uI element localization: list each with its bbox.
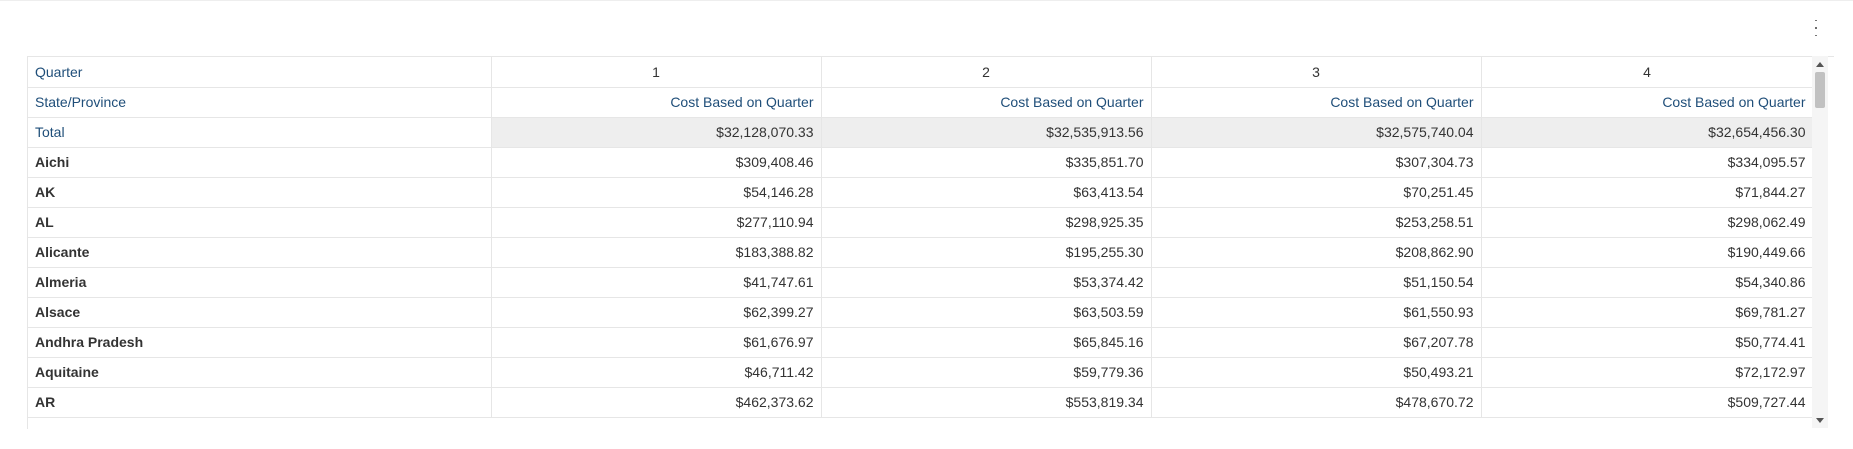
total-value: $32,575,740.04 (1151, 117, 1482, 148)
cell-value: $70,251.45 (1151, 177, 1482, 208)
quarter-header-4[interactable]: 4 (1481, 57, 1814, 88)
row-label[interactable]: Aichi (28, 147, 492, 178)
row-label[interactable]: Alsace (28, 297, 492, 328)
measure-header-4[interactable]: Cost Based on Quarter (1481, 87, 1814, 118)
table-row: AL $277,110.94 $298,925.35 $253,258.51 $… (28, 207, 1814, 238)
pivot-table: Quarter 1 2 3 4 State/Province Cost Base… (28, 57, 1814, 418)
quarter-header-label[interactable]: Quarter (28, 57, 492, 88)
cell-value: $54,146.28 (491, 177, 822, 208)
quarter-header-2[interactable]: 2 (821, 57, 1152, 88)
cell-value: $190,449.66 (1481, 237, 1814, 268)
cell-value: $67,207.78 (1151, 327, 1482, 358)
cell-value: $54,340.86 (1481, 267, 1814, 298)
header-row-measure: State/Province Cost Based on Quarter Cos… (28, 87, 1814, 118)
table-row: Aquitaine $46,711.42 $59,779.36 $50,493.… (28, 357, 1814, 388)
cell-value: $462,373.62 (491, 387, 822, 418)
cell-value: $208,862.90 (1151, 237, 1482, 268)
cell-value: $69,781.27 (1481, 297, 1814, 328)
quarter-header-1[interactable]: 1 (491, 57, 822, 88)
cell-value: $62,399.27 (491, 297, 822, 328)
cell-value: $41,747.61 (491, 267, 822, 298)
cell-value: $307,304.73 (1151, 147, 1482, 178)
total-value: $32,535,913.56 (821, 117, 1152, 148)
pivot-table-container: Quarter 1 2 3 4 State/Province Cost Base… (27, 56, 1834, 429)
cell-value: $63,413.54 (821, 177, 1152, 208)
total-row: Total $32,128,070.33 $32,535,913.56 $32,… (28, 117, 1814, 148)
cell-value: $478,670.72 (1151, 387, 1482, 418)
cell-value: $50,774.41 (1481, 327, 1814, 358)
row-label[interactable]: Andhra Pradesh (28, 327, 492, 358)
pivot-table-view: Quarter 1 2 3 4 State/Province Cost Base… (0, 0, 1853, 449)
total-value: $32,654,456.30 (1481, 117, 1814, 148)
measure-header-2[interactable]: Cost Based on Quarter (821, 87, 1152, 118)
scroll-thumb[interactable] (1815, 72, 1825, 108)
kebab-menu-icon[interactable] (1811, 17, 1821, 39)
cell-value: $71,844.27 (1481, 177, 1814, 208)
scroll-up-arrow-icon[interactable] (1812, 58, 1828, 70)
cell-value: $195,255.30 (821, 237, 1152, 268)
cell-value: $53,374.42 (821, 267, 1152, 298)
top-divider (0, 0, 1853, 1)
table-row: Aichi $309,408.46 $335,851.70 $307,304.7… (28, 147, 1814, 178)
cell-value: $65,845.16 (821, 327, 1152, 358)
vertical-scrollbar[interactable] (1812, 56, 1828, 428)
table-row: Alsace $62,399.27 $63,503.59 $61,550.93 … (28, 297, 1814, 328)
cell-value: $298,925.35 (821, 207, 1152, 238)
cell-value: $334,095.57 (1481, 147, 1814, 178)
table-row: Andhra Pradesh $61,676.97 $65,845.16 $67… (28, 327, 1814, 358)
total-label: Total (28, 117, 492, 148)
cell-value: $298,062.49 (1481, 207, 1814, 238)
scroll-down-arrow-icon[interactable] (1812, 414, 1828, 426)
cell-value: $553,819.34 (821, 387, 1152, 418)
cell-value: $183,388.82 (491, 237, 822, 268)
row-label[interactable]: AK (28, 177, 492, 208)
cell-value: $51,150.54 (1151, 267, 1482, 298)
cell-value: $50,493.21 (1151, 357, 1482, 388)
cell-value: $72,172.97 (1481, 357, 1814, 388)
table-row: AK $54,146.28 $63,413.54 $70,251.45 $71,… (28, 177, 1814, 208)
quarter-header-3[interactable]: 3 (1151, 57, 1482, 88)
cell-value: $277,110.94 (491, 207, 822, 238)
state-province-header[interactable]: State/Province (28, 87, 492, 118)
cell-value: $59,779.36 (821, 357, 1152, 388)
header-row-quarter: Quarter 1 2 3 4 (28, 57, 1814, 88)
row-label[interactable]: Alicante (28, 237, 492, 268)
row-label[interactable]: AR (28, 387, 492, 418)
cell-value: $61,550.93 (1151, 297, 1482, 328)
table-row: Almeria $41,747.61 $53,374.42 $51,150.54… (28, 267, 1814, 298)
cell-value: $309,408.46 (491, 147, 822, 178)
cell-value: $61,676.97 (491, 327, 822, 358)
table-row: Alicante $183,388.82 $195,255.30 $208,86… (28, 237, 1814, 268)
row-label[interactable]: AL (28, 207, 492, 238)
measure-header-3[interactable]: Cost Based on Quarter (1151, 87, 1482, 118)
cell-value: $509,727.44 (1481, 387, 1814, 418)
total-value: $32,128,070.33 (491, 117, 822, 148)
cell-value: $46,711.42 (491, 357, 822, 388)
row-label[interactable]: Aquitaine (28, 357, 492, 388)
cell-value: $63,503.59 (821, 297, 1152, 328)
measure-header-1[interactable]: Cost Based on Quarter (491, 87, 822, 118)
table-row: AR $462,373.62 $553,819.34 $478,670.72 $… (28, 387, 1814, 418)
row-label[interactable]: Almeria (28, 267, 492, 298)
cell-value: $253,258.51 (1151, 207, 1482, 238)
cell-value: $335,851.70 (821, 147, 1152, 178)
